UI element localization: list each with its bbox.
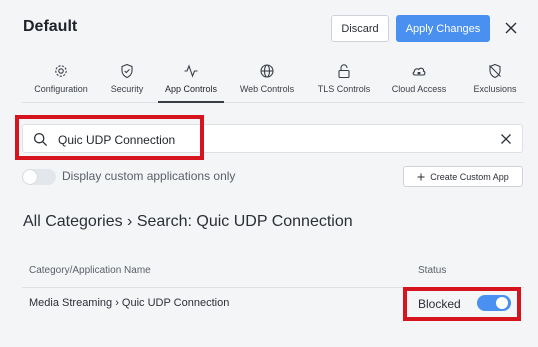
discard-button[interactable]: Discard xyxy=(331,15,389,42)
shield-check-icon xyxy=(121,63,133,79)
tab-label: TLS Controls xyxy=(317,84,371,94)
apply-changes-button[interactable]: Apply Changes xyxy=(396,15,490,42)
status-highlight-box xyxy=(403,287,521,321)
tab-label: Configuration xyxy=(34,84,88,94)
globe-icon xyxy=(260,64,274,78)
tab-label: Exclusions xyxy=(473,84,517,94)
tab-exclusions[interactable]: Exclusions xyxy=(466,63,524,103)
tab-cloud-access[interactable]: Cloud Access xyxy=(386,63,452,103)
cloud-lock-icon xyxy=(412,67,426,76)
tab-label: Cloud Access xyxy=(391,84,447,94)
tab-label: App Controls xyxy=(164,84,218,94)
plus-icon xyxy=(417,173,425,180)
column-header-name: Category/Application Name xyxy=(29,265,151,276)
results-heading: All Categories › Search: Quic UDP Connec… xyxy=(23,213,353,230)
lock-icon xyxy=(338,64,350,79)
tab-bar: Configuration Security App Controls Web … xyxy=(22,63,524,103)
activity-icon xyxy=(184,64,198,78)
shield-off-icon xyxy=(489,63,501,79)
tab-label: Web Controls xyxy=(239,84,295,94)
column-header-status: Status xyxy=(418,265,447,276)
create-custom-app-label: Create Custom App xyxy=(430,171,509,182)
tab-web-controls[interactable]: Web Controls xyxy=(234,63,300,103)
clear-search-icon[interactable] xyxy=(499,132,513,146)
toggle-knob xyxy=(23,170,37,184)
tab-app-controls[interactable]: App Controls xyxy=(158,63,224,103)
create-custom-app-button[interactable]: Create Custom App xyxy=(403,166,523,187)
tab-configuration[interactable]: Configuration xyxy=(22,63,100,103)
gear-icon xyxy=(55,65,67,77)
custom-only-toggle[interactable] xyxy=(22,169,56,185)
search-highlight-box xyxy=(15,115,204,160)
dialog-title: Default xyxy=(23,18,78,35)
tab-security[interactable]: Security xyxy=(104,63,150,103)
tab-label: Security xyxy=(110,84,144,94)
close-icon[interactable] xyxy=(500,17,522,39)
app-name: Media Streaming › Quic UDP Connection xyxy=(29,297,230,309)
tab-tls-controls[interactable]: TLS Controls xyxy=(310,63,378,103)
custom-only-label: Display custom applications only xyxy=(62,169,236,183)
